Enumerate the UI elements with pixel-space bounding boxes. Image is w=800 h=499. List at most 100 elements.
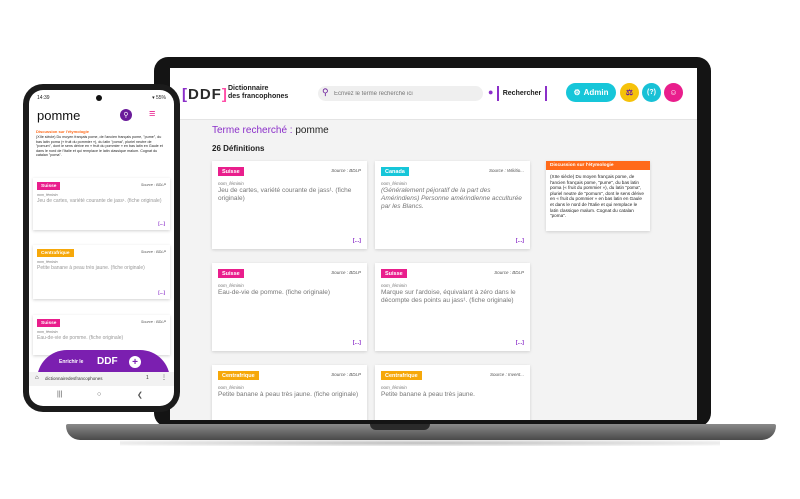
recents-icon[interactable]: ||| bbox=[57, 391, 62, 398]
region-tag: Suisse bbox=[381, 269, 407, 278]
site-header: [DDF] Dictionnaire des francophones ⚲ ● … bbox=[170, 68, 697, 120]
plus-icon: + bbox=[129, 356, 141, 368]
card-definition: Petite banane à peau très jaune. (fiche … bbox=[218, 391, 359, 398]
card-source: Source : Invent... bbox=[489, 372, 524, 377]
card-source: Source : BDLP bbox=[331, 168, 361, 173]
card-definition: Marque sur l'ardoise, équivalant à zéro … bbox=[381, 289, 516, 304]
definition-card[interactable]: Centrafrique Source : BDLP nom_féminin P… bbox=[33, 245, 170, 299]
card-more-link[interactable]: [...] bbox=[353, 238, 361, 244]
card-category: nom_féminin bbox=[218, 181, 244, 186]
search-input[interactable] bbox=[334, 88, 479, 99]
ddf-logo-text: DDF bbox=[188, 86, 222, 103]
back-icon[interactable]: ❮ bbox=[137, 391, 143, 399]
definition-card[interactable]: Suisse Source : BDLP nom_féminin Marque … bbox=[375, 263, 530, 351]
enrich-brand: DDF bbox=[97, 356, 118, 367]
card-definition: Eau-de-vie de pomme. (fiche originale) bbox=[218, 289, 330, 296]
region-tag: Centrafrique bbox=[218, 371, 259, 380]
card-category: nom_féminin bbox=[218, 283, 244, 288]
brand-name-line-1: Dictionnaire bbox=[228, 85, 269, 92]
home-icon[interactable]: ⌂ bbox=[35, 375, 39, 381]
card-definition: Jeu de cartes, variété courante de jass¹… bbox=[218, 187, 352, 202]
search-button[interactable]: Rechercher bbox=[497, 86, 547, 101]
definition-card[interactable]: Canada Source : Wikitio... nom_féminin (… bbox=[375, 161, 530, 249]
url-text[interactable]: dictionnairedesfrancophones bbox=[45, 376, 103, 381]
card-category: nom_féminin bbox=[37, 330, 58, 334]
region-tag: Centrafrique bbox=[37, 249, 74, 257]
android-nav-bar: ||| ○ ❮ bbox=[29, 388, 174, 406]
definitions-count: 26 Définitions bbox=[212, 144, 265, 153]
help-icon[interactable]: (?) bbox=[642, 83, 661, 102]
enrich-label: Enrichir le bbox=[59, 359, 84, 365]
card-category: nom_féminin bbox=[381, 181, 407, 186]
card-source: Source : BDLP bbox=[331, 270, 361, 275]
card-definition: Eau-de-vie de pomme. (fiche originale) bbox=[37, 335, 124, 341]
card-source: Source : BDLP bbox=[140, 250, 166, 254]
more-options-icon[interactable]: ⋮ bbox=[161, 374, 167, 381]
stage: [DDF] Dictionnaire des francophones ⚲ ● … bbox=[0, 0, 800, 499]
laptop-shadow bbox=[120, 440, 720, 446]
region-tag: Centrafrique bbox=[381, 371, 422, 380]
card-category: nom_féminin bbox=[381, 283, 407, 288]
card-more-link[interactable]: [...] bbox=[516, 238, 524, 244]
admin-icon: ⚙ bbox=[573, 88, 581, 97]
definition-card[interactable]: Centrafrique Source : Invent... nom_fémi… bbox=[375, 365, 530, 420]
card-more-link[interactable]: [...] bbox=[158, 221, 165, 226]
phone-etymology-text: (XIIe siècle) Du moyen français pome, de… bbox=[36, 135, 163, 158]
etymology-title: Discussion sur l'étymologie bbox=[546, 161, 650, 170]
card-source: Source : Wikitio... bbox=[489, 168, 524, 173]
definition-card[interactable]: Suisse Source : BDLP nom_féminin Jeu de … bbox=[212, 161, 367, 249]
card-more-link[interactable]: [...] bbox=[516, 340, 524, 346]
card-definition: Jeu de cartes, variété courante de jass¹… bbox=[37, 198, 162, 204]
search-term-value: pomme bbox=[295, 125, 329, 136]
search-icon: ⚲ bbox=[322, 87, 329, 97]
phone-page-title: pomme bbox=[37, 108, 81, 123]
admin-button-label: Admin bbox=[583, 88, 609, 97]
brand-name-line-2: des francophones bbox=[228, 93, 289, 100]
card-source: Source : BDLP bbox=[494, 270, 524, 275]
search-term-title: Terme recherché : pomme bbox=[212, 125, 329, 136]
search-icon[interactable]: ⚲ bbox=[120, 109, 132, 121]
status-time: 14:39 bbox=[37, 95, 50, 101]
laptop-notch bbox=[370, 424, 430, 430]
browser-url-bar[interactable]: ⌂ dictionnairedesfrancophones 1 ⋮ bbox=[29, 372, 174, 386]
card-source: Source : BDLP bbox=[140, 183, 166, 187]
ddf-logo[interactable]: [DDF] bbox=[182, 86, 228, 103]
region-tag: Suisse bbox=[37, 319, 61, 327]
phone-screen: 14:39 ▾ 55% pomme ⚲ ≡ Discussion sur l'é… bbox=[29, 90, 174, 406]
card-source: Source : BDLP bbox=[140, 320, 166, 324]
card-definition: Petite banane à peau très jaune. bbox=[381, 391, 475, 398]
card-source: Source : BDLP bbox=[331, 372, 361, 377]
location-pin-icon[interactable]: ● bbox=[488, 87, 493, 97]
region-tag: Canada bbox=[381, 167, 409, 176]
brand-name: Dictionnaire des francophones bbox=[228, 85, 288, 101]
card-more-link[interactable]: [...] bbox=[353, 340, 361, 346]
etymology-text: (XIIe siècle) Du moyen français pome, de… bbox=[550, 174, 644, 219]
card-definition: Petite banane à peau très jaune. (fiche … bbox=[37, 265, 145, 271]
definition-card[interactable]: Suisse Source : BDLP nom_féminin Jeu de … bbox=[33, 178, 170, 230]
region-tag: Suisse bbox=[218, 167, 244, 176]
tabs-count[interactable]: 1 bbox=[146, 375, 149, 381]
definition-card[interactable]: Suisse Source : BDLP nom_féminin Eau-de-… bbox=[212, 263, 367, 351]
definition-card[interactable]: Centrafrique Source : BDLP nom_féminin P… bbox=[212, 365, 367, 420]
camera-dot bbox=[96, 95, 102, 101]
search-term-label: Terme recherché : bbox=[212, 125, 296, 136]
laptop-screen: [DDF] Dictionnaire des francophones ⚲ ● … bbox=[170, 68, 697, 420]
etymology-panel: Discussion sur l'étymologie (XIIe siècle… bbox=[546, 161, 650, 231]
phone-etymology-title: Discussion sur l'étymologie bbox=[36, 129, 89, 134]
menu-icon[interactable]: ≡ bbox=[149, 108, 155, 120]
card-category: nom_féminin bbox=[37, 260, 58, 264]
card-category: nom_féminin bbox=[37, 193, 58, 197]
status-battery: ▾ 55% bbox=[152, 95, 166, 101]
admin-button[interactable]: ⚙ Admin bbox=[566, 83, 616, 102]
definition-card[interactable]: Suisse Source : BDLP nom_féminin Eau-de-… bbox=[33, 315, 170, 355]
card-more-link[interactable]: [...] bbox=[158, 290, 165, 295]
region-tag: Suisse bbox=[37, 182, 61, 190]
smile-icon[interactable]: ☺ bbox=[664, 83, 683, 102]
home-nav-icon[interactable]: ○ bbox=[97, 391, 101, 398]
scale-icon[interactable]: ⚖ bbox=[620, 83, 639, 102]
region-tag: Suisse bbox=[218, 269, 244, 278]
card-category: nom_féminin bbox=[381, 385, 407, 390]
card-definition: (Généralement péjoratif de la part des A… bbox=[381, 187, 522, 210]
card-category: nom_féminin bbox=[218, 385, 244, 390]
search-bar: ⚲ bbox=[318, 86, 483, 101]
